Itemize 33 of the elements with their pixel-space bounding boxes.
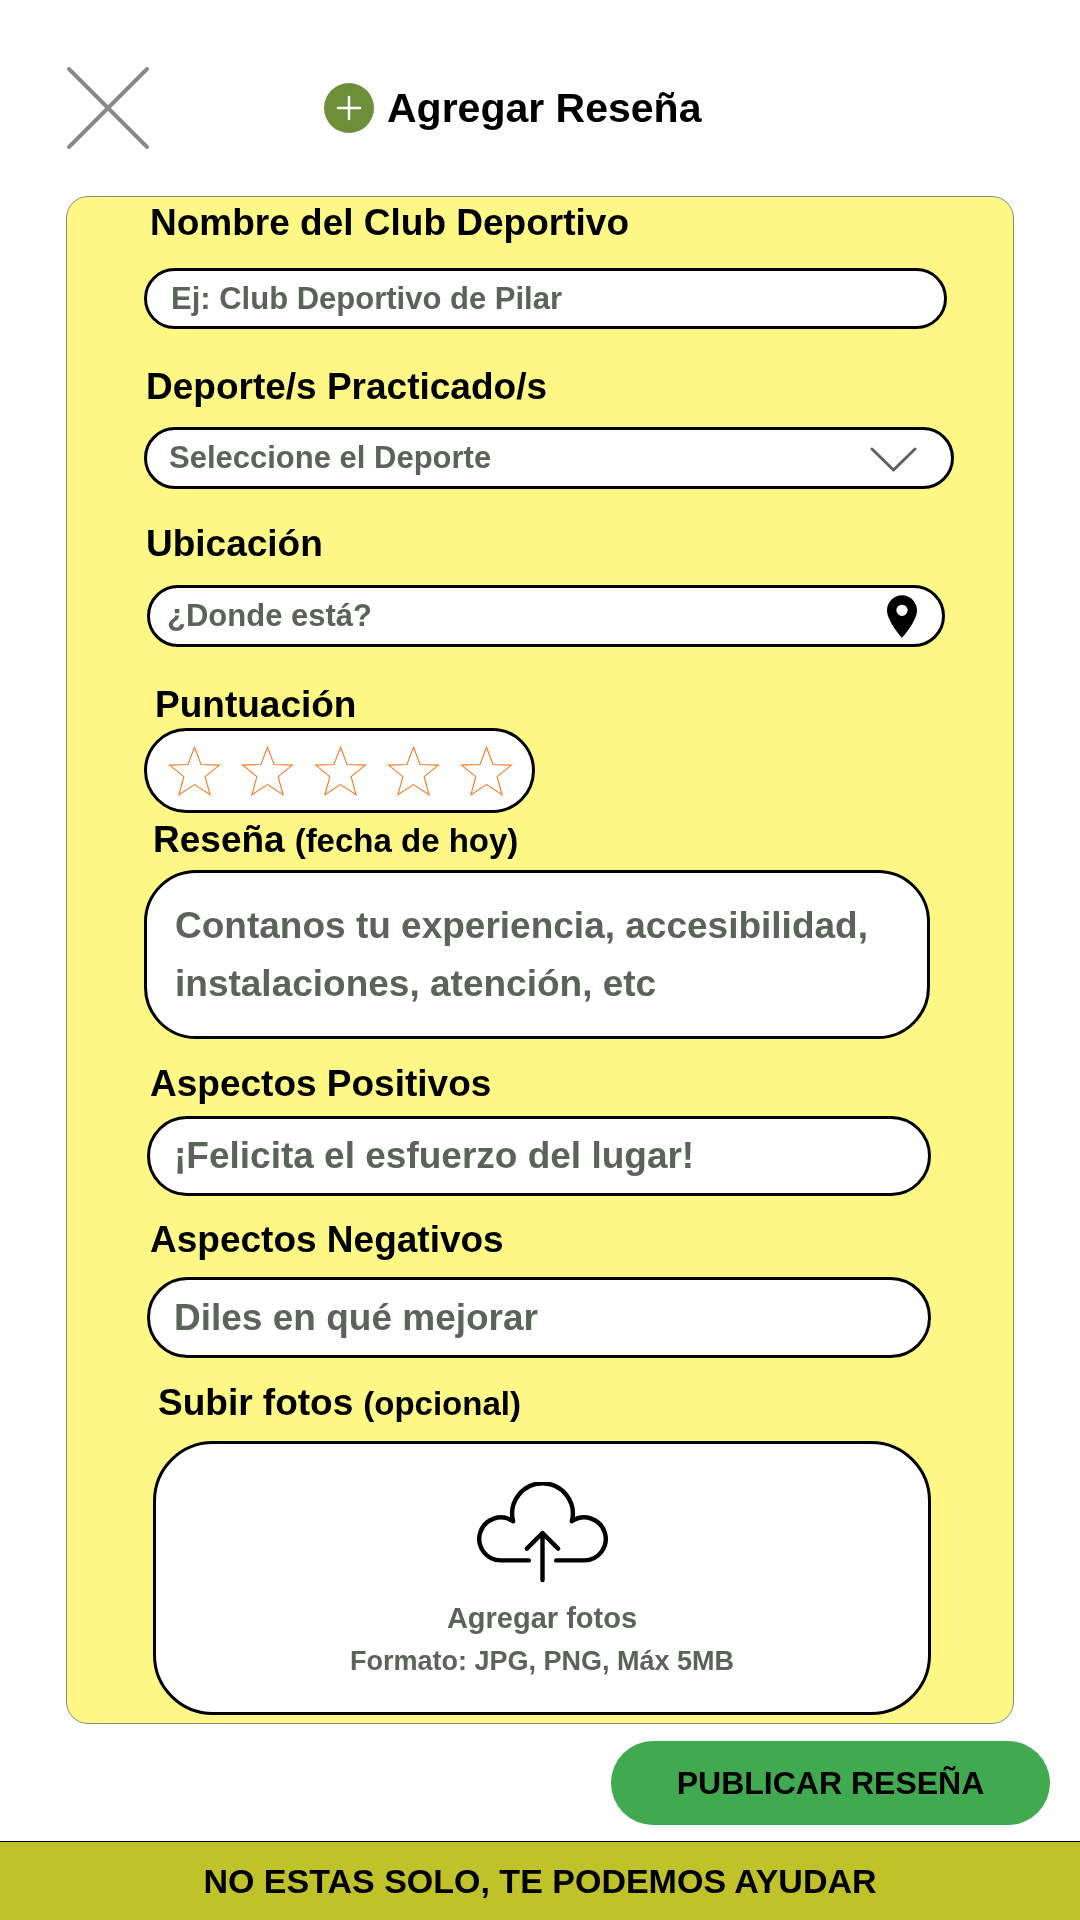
review-textarea[interactable]: Contanos tu experiencia, accesibilidad, instalaciones, atención, etc — [144, 870, 930, 1039]
field-label: Nombre del Club Deportivo — [150, 202, 629, 243]
field-label: Aspectos Negativos — [150, 1219, 504, 1260]
cloud-upload-icon — [475, 1482, 609, 1585]
close-icon — [67, 67, 149, 149]
field-label: Ubicación — [146, 523, 323, 564]
star-icon[interactable] — [240, 744, 295, 797]
field-note: (opcional) — [363, 1385, 521, 1422]
field-note: (fecha de hoy) — [294, 822, 519, 859]
page-title: Agregar Reseña — [387, 87, 702, 129]
help-banner[interactable]: NO ESTAS SOLO, TE PODEMOS AYUDAR — [0, 1841, 1080, 1920]
location-input[interactable]: ¿Donde está? — [147, 585, 945, 647]
star-icon[interactable] — [313, 744, 368, 797]
field-label: Reseña — [153, 819, 285, 860]
chevron-down-icon — [870, 447, 917, 472]
star-icon[interactable] — [167, 744, 222, 797]
publish-review-button[interactable]: PUBLICAR RESEÑA — [611, 1741, 1050, 1825]
sport-select[interactable]: Seleccione el Deporte — [144, 427, 954, 489]
text-input[interactable]: ¡Felicita el esfuerzo del lugar! — [147, 1116, 931, 1196]
star-icon[interactable] — [459, 744, 514, 797]
upload-hint: Formato: JPG, PNG, Máx 5MB — [349, 1648, 735, 1675]
field-label: Deporte/s Practicado/s — [146, 366, 547, 407]
field-label: Puntuación — [155, 684, 357, 725]
close-button[interactable] — [67, 67, 149, 149]
text-input[interactable]: Ej: Club Deportivo de Pilar — [144, 268, 947, 329]
text-input[interactable]: Diles en qué mejorar — [147, 1277, 931, 1358]
photo-upload-dropzone[interactable]: Agregar fotos Formato: JPG, PNG, Máx 5MB — [153, 1441, 931, 1715]
field-label: Subir fotos — [158, 1382, 354, 1423]
star-icon[interactable] — [386, 744, 441, 797]
plus-circle-icon — [324, 83, 374, 133]
field-label: Aspectos Positivos — [150, 1063, 492, 1104]
upload-title: Agregar fotos — [446, 1604, 638, 1633]
map-pin-icon — [887, 595, 917, 638]
